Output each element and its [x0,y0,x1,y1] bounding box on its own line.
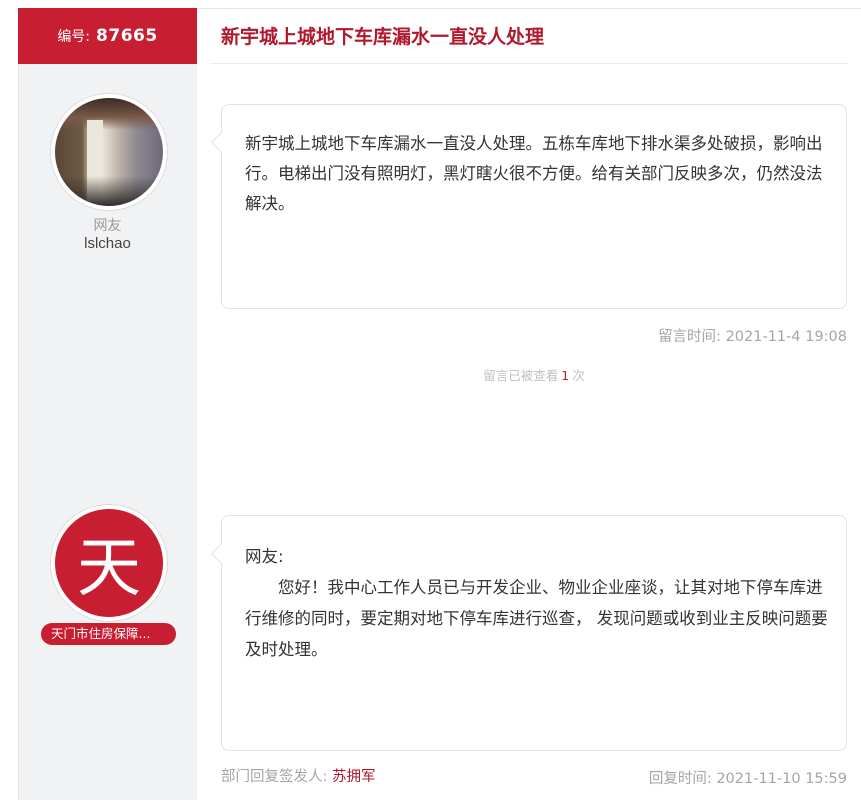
message-bubble: 新宇城上城地下车库漏水一直没人处理。五栋车库地下排水渠多处破损，影响出行。电梯出… [221,104,847,309]
message-text: 新宇城上城地下车库漏水一直没人处理。五栋车库地下排水渠多处破损，影响出行。电梯出… [245,134,823,213]
reply-greeting: 网友: [245,547,284,566]
reply-time: 回复时间: 2021-11-10 15:59 [649,767,847,788]
views-suffix: 次 [572,368,585,383]
reply-signer: 部门回复签发人: 苏拥军 [221,765,376,786]
department-avatar: 天 [51,505,167,621]
title-divider [210,63,848,64]
user-avatar[interactable] [51,94,167,210]
signer-label: 部门回复签发人: [221,769,328,785]
message-time-label: 留言时间: [658,329,721,345]
message-time: 留言时间: 2021-11-4 19:08 [658,325,847,346]
number-value: 87665 [96,26,158,46]
reply-text: 您好！我中心工作人员已与开发企业、物业企业座谈，让其对地下停车库进行维修的同时，… [245,578,828,659]
user-role: 网友 [93,218,122,234]
message-time-value: 2021-11-4 19:08 [725,329,847,345]
views-prefix: 留言已被查看 [483,368,559,383]
reply-time-label: 回复时间: [648,771,712,787]
view-count: 留言已被查看 1 次 [221,365,847,384]
page-title: 新宇城上城地下车库漏水一直没人处理 [221,26,545,48]
number-label: 编号: [57,29,91,45]
views-count: 1 [561,368,570,383]
number-badge: 编号: 87665 [18,8,197,64]
department-avatar-char: 天 [77,532,141,606]
user-name: lslchao [84,235,131,252]
reply-bubble: 网友: 您好！我中心工作人员已与开发企业、物业企业座谈，让其对地下停车库进行维修… [221,515,847,751]
reply-time-value: 2021-11-10 15:59 [716,771,847,787]
department-badge[interactable]: 天门市住房保障... [41,623,176,645]
signer-name: 苏拥军 [332,769,376,785]
